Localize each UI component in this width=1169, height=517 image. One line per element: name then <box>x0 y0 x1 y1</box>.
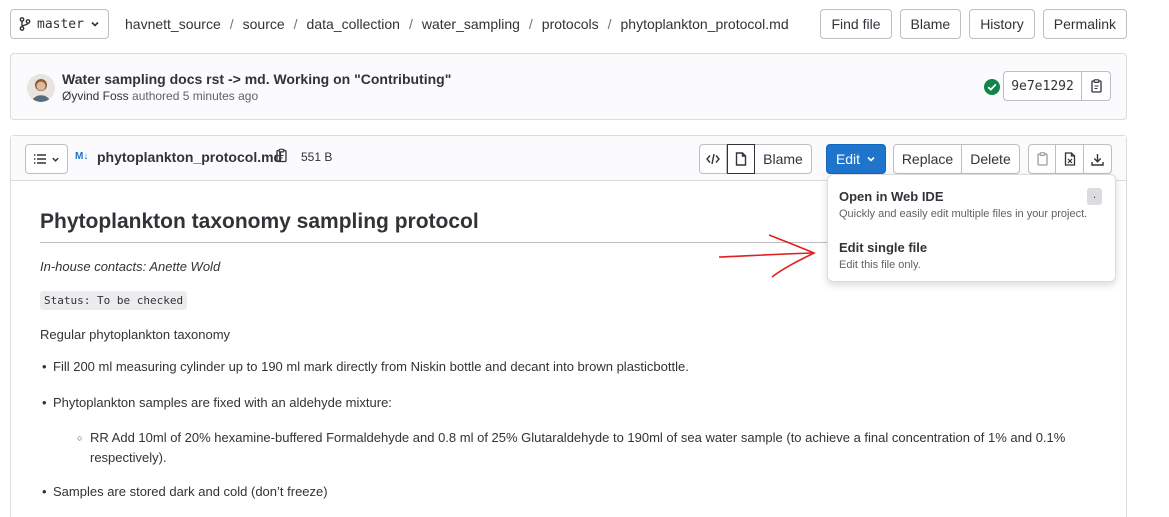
list-item: Fill 200 ml measuring cylinder up to 190… <box>42 357 689 377</box>
edit-dropdown-menu: Open in Web IDE Quickly and easily edit … <box>827 174 1116 282</box>
copy-contents-button[interactable] <box>1028 144 1056 174</box>
top-bar: master havnett_source / source / data_co… <box>10 9 1127 39</box>
breadcrumb: havnett_source / source / data_collectio… <box>125 9 789 39</box>
download-icon <box>1091 153 1104 166</box>
list-item: Phytoplankton samples are fixed with an … <box>42 393 392 413</box>
sub-list-item: RR Add 10ml of 20% hexamine-buffered For… <box>77 428 1100 468</box>
view-source-button[interactable] <box>699 144 727 174</box>
find-file-button[interactable]: Find file <box>820 9 892 39</box>
chevron-down-icon <box>90 19 100 29</box>
breadcrumb-separator: / <box>528 16 533 32</box>
breadcrumb-separator: / <box>293 16 298 32</box>
file-blame-button[interactable]: Blame <box>755 144 812 174</box>
status-code: Status: To be checked <box>40 291 188 310</box>
file-size: 551 B <box>301 150 333 164</box>
menu-item-description: Edit this file only. <box>839 259 921 271</box>
clipboard-icon <box>1090 79 1103 93</box>
commit-sha[interactable]: 9e7e1292 <box>1003 71 1082 101</box>
branch-icon <box>19 17 31 31</box>
chevron-down-icon <box>866 154 876 164</box>
delete-button[interactable]: Delete <box>962 144 1020 174</box>
commit-title[interactable]: Water sampling docs rst -> md. Working o… <box>62 71 451 87</box>
table-of-contents-button[interactable] <box>25 144 68 174</box>
branch-name: master <box>37 16 84 32</box>
open-raw-button[interactable] <box>1056 144 1084 174</box>
menu-item-title: Open in Web IDE <box>839 189 944 204</box>
copy-sha-button[interactable] <box>1082 71 1111 101</box>
history-button[interactable]: History <box>969 9 1035 39</box>
download-button[interactable] <box>1084 144 1112 174</box>
document-title: Phytoplankton taxonomy sampling protocol <box>40 210 830 243</box>
commit-meta: Øyvind Foss authored 5 minutes ago <box>62 89 258 103</box>
markdown-icon: M↓ <box>75 151 89 162</box>
avatar[interactable] <box>27 74 55 102</box>
commit-time: authored 5 minutes ago <box>132 89 259 103</box>
breadcrumb-item-source[interactable]: source <box>243 16 285 32</box>
blame-button[interactable]: Blame <box>899 9 962 39</box>
red-arrow-annotation <box>717 232 817 282</box>
code-icon <box>706 153 720 165</box>
replace-button[interactable]: Replace <box>893 144 962 174</box>
breadcrumb-item-protocols[interactable]: protocols <box>542 16 599 32</box>
commit-author[interactable]: Øyvind Foss <box>62 89 129 103</box>
breadcrumb-item-water-sampling[interactable]: water_sampling <box>422 16 520 32</box>
view-rendered-button[interactable] <box>727 144 755 174</box>
file-name: phytoplankton_protocol.md <box>97 149 283 165</box>
last-commit: Water sampling docs rst -> md. Working o… <box>10 53 1127 120</box>
breadcrumb-item-file[interactable]: phytoplankton_protocol.md <box>621 16 789 32</box>
raw-file-icon <box>1064 152 1076 166</box>
breadcrumb-item-data-collection[interactable]: data_collection <box>307 16 400 32</box>
menu-item-description: Quickly and easily edit multiple files i… <box>839 208 1088 220</box>
keyboard-shortcut-badge: . <box>1087 188 1102 205</box>
file-actions: Find file Blame History Permalink <box>820 9 1127 39</box>
breadcrumb-separator: / <box>607 16 612 32</box>
commit-sha-group: 9e7e1292 <box>1003 71 1111 101</box>
edit-dropdown-button[interactable]: Edit <box>826 144 886 174</box>
contacts-line: In-house contacts: Anette Wold <box>40 259 221 274</box>
list-item: Samples are stored dark and cold (don’t … <box>42 482 328 502</box>
file-icon-actions <box>1028 144 1112 174</box>
pipeline-passed-icon[interactable] <box>983 78 1001 96</box>
view-mode-group: Blame <box>699 144 812 174</box>
list-icon <box>33 153 47 165</box>
breadcrumb-item-project[interactable]: havnett_source <box>125 16 221 32</box>
branch-selector[interactable]: master <box>10 9 109 39</box>
menu-item-title: Edit single file <box>839 240 928 255</box>
chevron-down-icon <box>51 155 60 164</box>
intro-paragraph: Regular phytoplankton taxonomy <box>40 327 231 342</box>
permalink-button[interactable]: Permalink <box>1042 9 1127 39</box>
menu-item-edit-single-file[interactable]: Edit single file Edit this file only. <box>839 240 927 271</box>
replace-delete-group: Replace Delete <box>893 144 1020 174</box>
clipboard-icon <box>1036 152 1049 166</box>
document-icon <box>735 152 747 166</box>
breadcrumb-separator: / <box>229 16 234 32</box>
copy-path-icon[interactable] <box>275 148 288 163</box>
menu-item-open-web-ide[interactable]: Open in Web IDE Quickly and easily edit … <box>839 189 1087 220</box>
edit-label: Edit <box>835 151 861 167</box>
breadcrumb-separator: / <box>408 16 413 32</box>
